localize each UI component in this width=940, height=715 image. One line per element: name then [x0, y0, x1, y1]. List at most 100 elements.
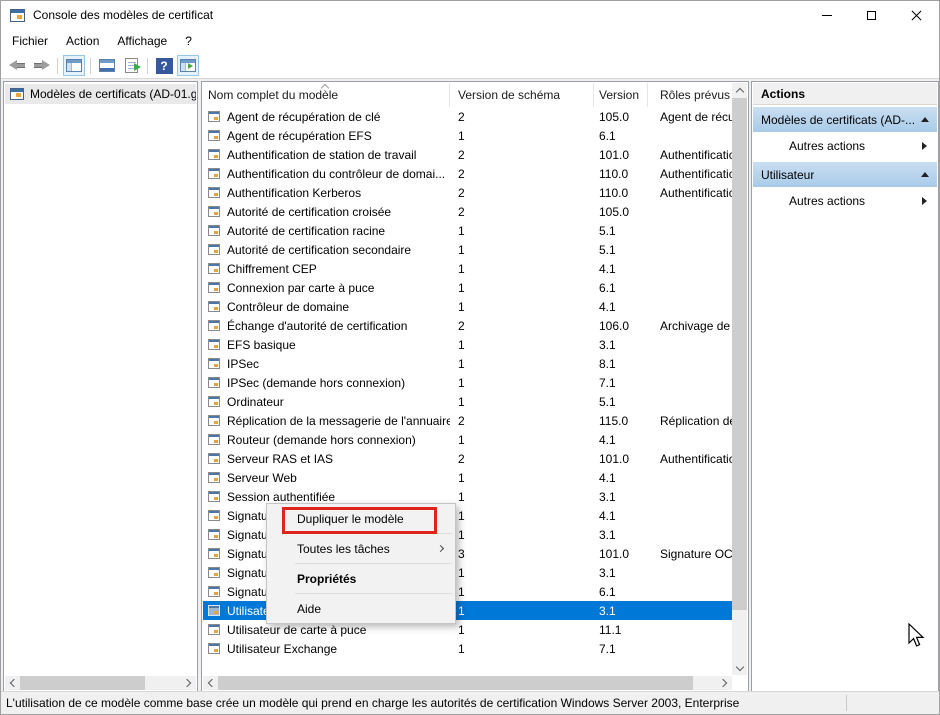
tree-hscroll-thumb[interactable]: [20, 676, 145, 690]
cell-schema-version: 2: [450, 414, 594, 428]
table-row[interactable]: Connexion par carte à puce16.1: [203, 278, 732, 297]
certificate-template-icon: [208, 472, 220, 483]
template-name-text: IPSec (demande hors connexion): [227, 376, 405, 390]
column-header-roles[interactable]: Rôles prévus: [648, 83, 732, 107]
table-row[interactable]: Agent de récupération EFS16.1: [203, 126, 732, 145]
cell-version: 5.1: [594, 224, 648, 238]
close-icon: [911, 10, 922, 21]
template-name-text: Ordinateur: [227, 395, 284, 409]
table-row[interactable]: Agent de récupération de clé2105.0Agent …: [203, 107, 732, 126]
cell-schema-version: 1: [450, 623, 594, 637]
mouse-cursor: [907, 623, 925, 650]
cell-version: 3.1: [594, 490, 648, 504]
table-row[interactable]: Réplication de la messagerie de l'annuai…: [203, 411, 732, 430]
certificate-template-icon: [208, 206, 220, 217]
table-row[interactable]: Ordinateur15.1: [203, 392, 732, 411]
status-bar-divider: [846, 695, 847, 711]
table-row[interactable]: Authentification du contrôleur de domai.…: [203, 164, 732, 183]
scroll-up-icon[interactable]: [732, 83, 747, 97]
scroll-right-icon[interactable]: [717, 676, 732, 690]
close-button[interactable]: [894, 1, 939, 29]
back-icon: [9, 60, 26, 71]
table-row[interactable]: Serveur Web14.1: [203, 468, 732, 487]
actions-section-header-0[interactable]: Modèles de certificats (AD-...: [753, 107, 937, 133]
table-row[interactable]: Authentification de station de travail21…: [203, 145, 732, 164]
column-header-name[interactable]: Nom complet du modèle: [203, 83, 450, 107]
cell-version: 110.0: [594, 186, 648, 200]
menu-item-fichier[interactable]: Fichier: [3, 31, 57, 51]
context-menu-item-label: Aide: [297, 602, 321, 616]
properties-button[interactable]: [96, 55, 118, 76]
cell-version: 6.1: [594, 281, 648, 295]
actions-section-header-1[interactable]: Utilisateur: [753, 162, 937, 188]
column-header-schema-version[interactable]: Version de schéma: [450, 83, 594, 107]
template-name-text: Chiffrement CEP: [227, 262, 317, 276]
tree-node-certificate-templates[interactable]: Modèles de certificats (AD-01.ge: [5, 84, 196, 104]
list-hscroll-thumb[interactable]: [218, 676, 693, 690]
table-row[interactable]: EFS basique13.1: [203, 335, 732, 354]
action-pane-icon: [180, 59, 196, 72]
context-menu-item-propri-t-s[interactable]: Propriétés: [267, 567, 455, 590]
cell-roles: Signature OCS: [648, 547, 732, 561]
certificate-template-icon: [208, 434, 220, 445]
cell-version: 5.1: [594, 395, 648, 409]
table-row[interactable]: Autorité de certification croisée2105.0: [203, 202, 732, 221]
cell-template-name: Ordinateur: [203, 395, 450, 409]
column-header-version[interactable]: Version: [594, 83, 648, 107]
back-button[interactable]: [6, 55, 28, 76]
list-horizontal-scrollbar[interactable]: [203, 676, 732, 690]
template-name-text: Utilisateur Exchange: [227, 642, 337, 656]
context-menu: Dupliquer le modèle Toutes les tâches Prop…: [266, 503, 456, 624]
show-console-tree-button[interactable]: [63, 55, 85, 76]
table-row[interactable]: Chiffrement CEP14.1: [203, 259, 732, 278]
menu-item-?[interactable]: ?: [176, 31, 201, 51]
scroll-right-icon[interactable]: [181, 676, 196, 690]
collapse-icon[interactable]: [921, 172, 929, 177]
cell-version: 7.1: [594, 376, 648, 390]
template-name-text: Session authentifiée: [227, 490, 335, 504]
template-name-text: Autorité de certification secondaire: [227, 243, 411, 257]
list-vertical-scrollbar[interactable]: [732, 83, 747, 675]
forward-button[interactable]: [30, 55, 52, 76]
console-tree-icon: [66, 59, 82, 72]
table-row[interactable]: Serveur RAS et IAS2101.0Authentificatic: [203, 449, 732, 468]
certificate-template-icon: [208, 130, 220, 141]
cell-version: 8.1: [594, 357, 648, 371]
actions-item-autres-actions[interactable]: Autres actions: [753, 133, 937, 159]
tree-horizontal-scrollbar[interactable]: [5, 676, 196, 690]
context-menu-item-toutes-les-t-ches[interactable]: Toutes les tâches: [267, 537, 455, 560]
context-menu-item-dupliquer-le-mod-le[interactable]: Dupliquer le modèle: [267, 507, 455, 530]
menu-item-action[interactable]: Action: [57, 31, 108, 51]
menu-item-affichage[interactable]: Affichage: [108, 31, 176, 51]
list-vscroll-thumb[interactable]: [732, 98, 747, 610]
console-tree-pane: Modèles de certificats (AD-01.ge: [3, 81, 198, 692]
table-row[interactable]: IPSec18.1: [203, 354, 732, 373]
template-name-text: Contrôleur de domaine: [227, 300, 349, 314]
scroll-left-icon[interactable]: [5, 676, 20, 690]
show-action-pane-button[interactable]: [177, 55, 199, 76]
table-row[interactable]: IPSec (demande hors connexion)17.1: [203, 373, 732, 392]
table-row[interactable]: Utilisateur Exchange17.1: [203, 639, 732, 658]
scroll-left-icon[interactable]: [203, 676, 218, 690]
table-row[interactable]: Authentification Kerberos2110.0Authentif…: [203, 183, 732, 202]
export-list-button[interactable]: [120, 55, 142, 76]
cell-version: 5.1: [594, 243, 648, 257]
collapse-icon[interactable]: [921, 117, 929, 122]
table-row[interactable]: Échange d'autorité de certification2106.…: [203, 316, 732, 335]
maximize-button[interactable]: [849, 1, 894, 29]
maximize-icon: [867, 11, 876, 20]
minimize-button[interactable]: [804, 1, 849, 29]
scroll-down-icon[interactable]: [732, 661, 747, 675]
table-row[interactable]: Autorité de certification secondaire15.1: [203, 240, 732, 259]
table-row[interactable]: Contrôleur de domaine14.1: [203, 297, 732, 316]
cell-template-name: Authentification Kerberos: [203, 186, 450, 200]
template-name-text: Signatu: [227, 547, 268, 561]
toolbar-separator: [57, 58, 58, 74]
table-row[interactable]: Routeur (demande hors connexion)14.1: [203, 430, 732, 449]
actions-item-label: Autres actions: [789, 194, 865, 208]
help-button[interactable]: ?: [153, 55, 175, 76]
context-menu-item-aide[interactable]: Aide: [267, 597, 455, 620]
certificate-template-icon: [208, 586, 220, 597]
actions-item-autres-actions[interactable]: Autres actions: [753, 188, 937, 214]
table-row[interactable]: Autorité de certification racine15.1: [203, 221, 732, 240]
